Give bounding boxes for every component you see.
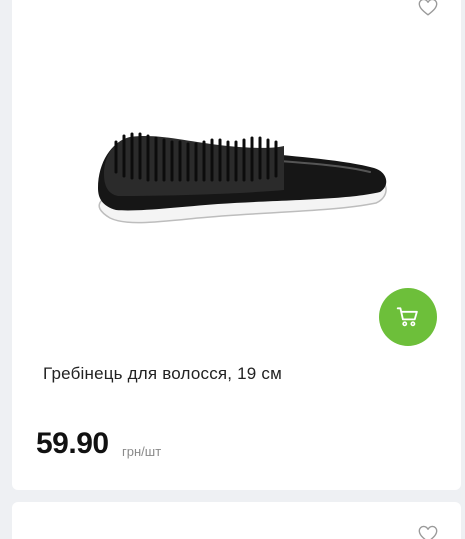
favorite-button[interactable] (417, 523, 439, 539)
heart-outline-icon (418, 0, 438, 16)
hair-brush-image[interactable] (88, 100, 388, 265)
product-price: 59.90 (36, 427, 109, 460)
shopping-cart-icon (396, 307, 418, 327)
favorite-button[interactable] (417, 0, 439, 18)
price-unit: грн/шт (122, 444, 162, 459)
heart-outline-icon (418, 525, 438, 539)
product-card[interactable]: Гребінець для волосся, 19 см 59.90 грн/ш… (12, 0, 461, 490)
product-title[interactable]: Гребінець для волосся, 19 см (43, 364, 282, 384)
product-list: Гребінець для волосся, 19 см 59.90 грн/ш… (0, 0, 465, 539)
product-card-next[interactable] (12, 502, 461, 539)
add-to-cart-button[interactable] (379, 288, 437, 346)
